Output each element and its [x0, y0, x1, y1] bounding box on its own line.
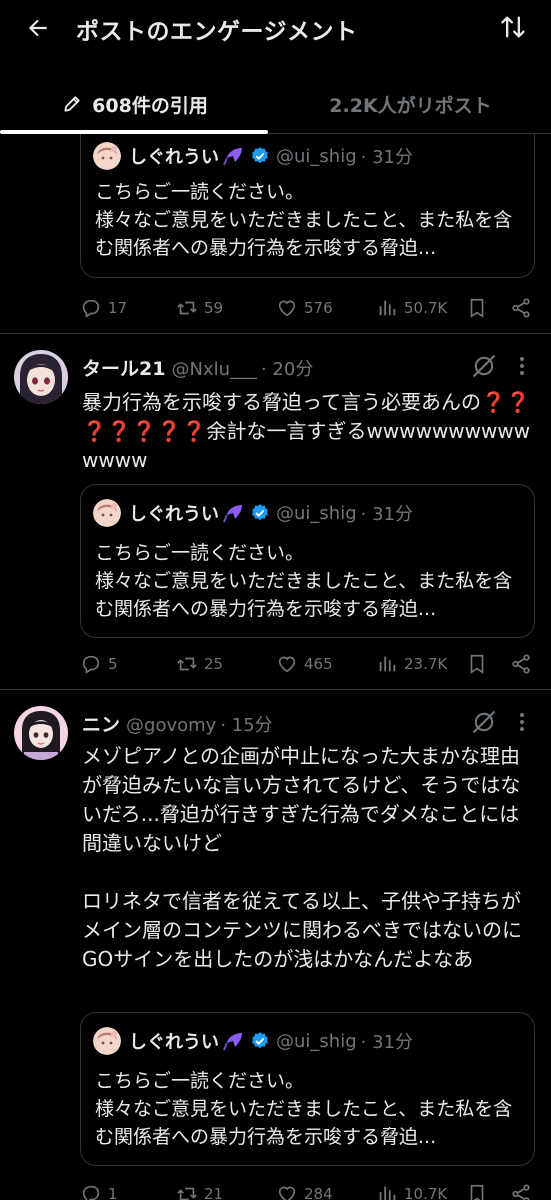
- verified-badge-icon: [250, 503, 270, 523]
- quoted-post[interactable]: しぐれうい @ui_shig · 31分 こちらご一読ください。 様々なご意見を…: [80, 134, 535, 278]
- like-button[interactable]: 284: [276, 1180, 333, 1200]
- verified-badge-icon: [250, 146, 270, 166]
- tab-reposts-label: 2.2K人がリポスト: [329, 94, 492, 117]
- grok-icon[interactable]: [470, 708, 498, 736]
- author-name[interactable]: ニン: [82, 710, 120, 737]
- like-button[interactable]: 465: [276, 650, 333, 678]
- repost-count: 59: [204, 299, 224, 317]
- author-avatar[interactable]: [14, 706, 68, 760]
- reply-count: 5: [108, 655, 118, 673]
- bookmark-icon[interactable]: [466, 1180, 494, 1200]
- view-count: 23.7K: [404, 655, 448, 673]
- quoted-post-text: こちらご一読ください。 様々なご意見をいただきましたこと、また私を含む関係者への…: [95, 181, 513, 259]
- quoted-avatar: [93, 499, 121, 527]
- repost-button[interactable]: 21: [176, 1180, 223, 1200]
- quoted-post-time: · 31分: [360, 147, 413, 168]
- quoted-avatar: [93, 1027, 121, 1055]
- reply-count: 17: [108, 299, 128, 317]
- like-count: 284: [304, 1185, 333, 1200]
- verified-badge-icon: [250, 1031, 270, 1051]
- action-bar: 5 25 465 23.7K: [80, 650, 535, 678]
- view-count: 50.7K: [404, 299, 448, 317]
- tweet[interactable]: タール21 @Nxlu___ · 20分 暴力行為を示唆する脅迫って言う必要あん…: [0, 334, 551, 690]
- tab-quotes-label: 608件の引用: [92, 94, 208, 117]
- action-bar: 17 59 576 50.7K: [80, 294, 535, 322]
- sort-icon[interactable]: [496, 10, 530, 44]
- share-icon[interactable]: [510, 650, 538, 678]
- grok-icon[interactable]: [470, 352, 498, 380]
- umbrella-icon: [222, 144, 246, 168]
- quoted-author-handle: @ui_shig: [276, 145, 357, 167]
- views-button[interactable]: 10.7K: [376, 1180, 447, 1200]
- repost-button[interactable]: 25: [176, 650, 223, 678]
- bookmark-icon[interactable]: [466, 294, 494, 322]
- quoted-author-handle: @ui_shig: [276, 1030, 357, 1052]
- quoted-post-text: こちらご一読ください。 様々なご意見をいただきましたこと、また私を含む関係者への…: [95, 542, 513, 620]
- quoted-author-name: しぐれうい: [129, 147, 219, 168]
- tab-bar: 608件の引用 2.2K人がリポスト: [0, 76, 551, 134]
- quoted-post[interactable]: しぐれうい @ui_shig · 31分 こちらご一読ください。 様々なご意見を…: [80, 484, 535, 638]
- tweet[interactable]: しぐれうい @ui_shig · 31分 こちらご一読ください。 様々なご意見を…: [0, 134, 551, 334]
- author-handle[interactable]: @Nxlu___: [171, 359, 257, 380]
- view-count: 10.7K: [404, 1185, 448, 1200]
- reply-button[interactable]: 5: [80, 650, 118, 678]
- reply-count: 1: [108, 1185, 118, 1200]
- quoted-post-time: · 31分: [360, 504, 413, 525]
- quoted-author-name: しぐれうい: [129, 1032, 219, 1053]
- repost-count: 25: [204, 655, 224, 673]
- author-avatar[interactable]: [14, 350, 68, 404]
- reply-button[interactable]: 1: [80, 1180, 118, 1200]
- more-options-icon[interactable]: [512, 352, 532, 380]
- repost-button[interactable]: 59: [176, 294, 223, 322]
- author-handle[interactable]: @govomy: [126, 715, 216, 736]
- page-title: ポストのエンゲージメント: [76, 19, 358, 45]
- post-time[interactable]: · 20分: [261, 355, 313, 381]
- back-arrow-icon[interactable]: [22, 12, 54, 44]
- views-button[interactable]: 50.7K: [376, 294, 447, 322]
- pen-icon: [62, 94, 82, 114]
- quoted-post-time: · 31分: [360, 1032, 413, 1053]
- action-bar: 1 21 284 10.7K: [80, 1180, 535, 1200]
- bookmark-icon[interactable]: [466, 650, 494, 678]
- post-text: メゾピアノとの企画が中止になった大まかな理由が脅迫みたいな言い方されてるけど、そ…: [82, 744, 522, 971]
- quoted-author-name: しぐれうい: [129, 504, 219, 525]
- quoted-avatar: [93, 142, 121, 170]
- more-options-icon[interactable]: [512, 708, 532, 736]
- author-name[interactable]: タール21: [82, 354, 165, 381]
- post-text: 暴力行為を示唆する脅迫って言う必要あんの❓❓❓❓❓❓❓余計な一言すぎるwwwww…: [82, 390, 531, 472]
- top-bar: ポストのエンゲージメント: [0, 0, 551, 56]
- views-button[interactable]: 23.7K: [376, 650, 447, 678]
- quoted-post-text: こちらご一読ください。 様々なご意見をいただきましたこと、また私を含む関係者への…: [95, 1070, 513, 1148]
- like-button[interactable]: 576: [276, 294, 333, 322]
- reply-button[interactable]: 17: [80, 294, 127, 322]
- tab-reposts[interactable]: 2.2K人がリポスト: [270, 76, 551, 132]
- umbrella-icon: [222, 1029, 246, 1053]
- like-count: 576: [304, 299, 333, 317]
- tab-quotes[interactable]: 608件の引用: [0, 76, 270, 134]
- share-icon[interactable]: [510, 294, 538, 322]
- quoted-author-handle: @ui_shig: [276, 502, 357, 524]
- tweet[interactable]: ニン @govomy · 15分 メゾピアノとの企画が中止になった大まかな理由が…: [0, 690, 551, 1200]
- quoted-post[interactable]: しぐれうい @ui_shig · 31分 こちらご一読ください。 様々なご意見を…: [80, 1012, 535, 1166]
- umbrella-icon: [222, 501, 246, 525]
- post-time[interactable]: · 15分: [220, 711, 272, 737]
- repost-count: 21: [204, 1185, 224, 1200]
- like-count: 465: [304, 655, 333, 673]
- share-icon[interactable]: [510, 1180, 538, 1200]
